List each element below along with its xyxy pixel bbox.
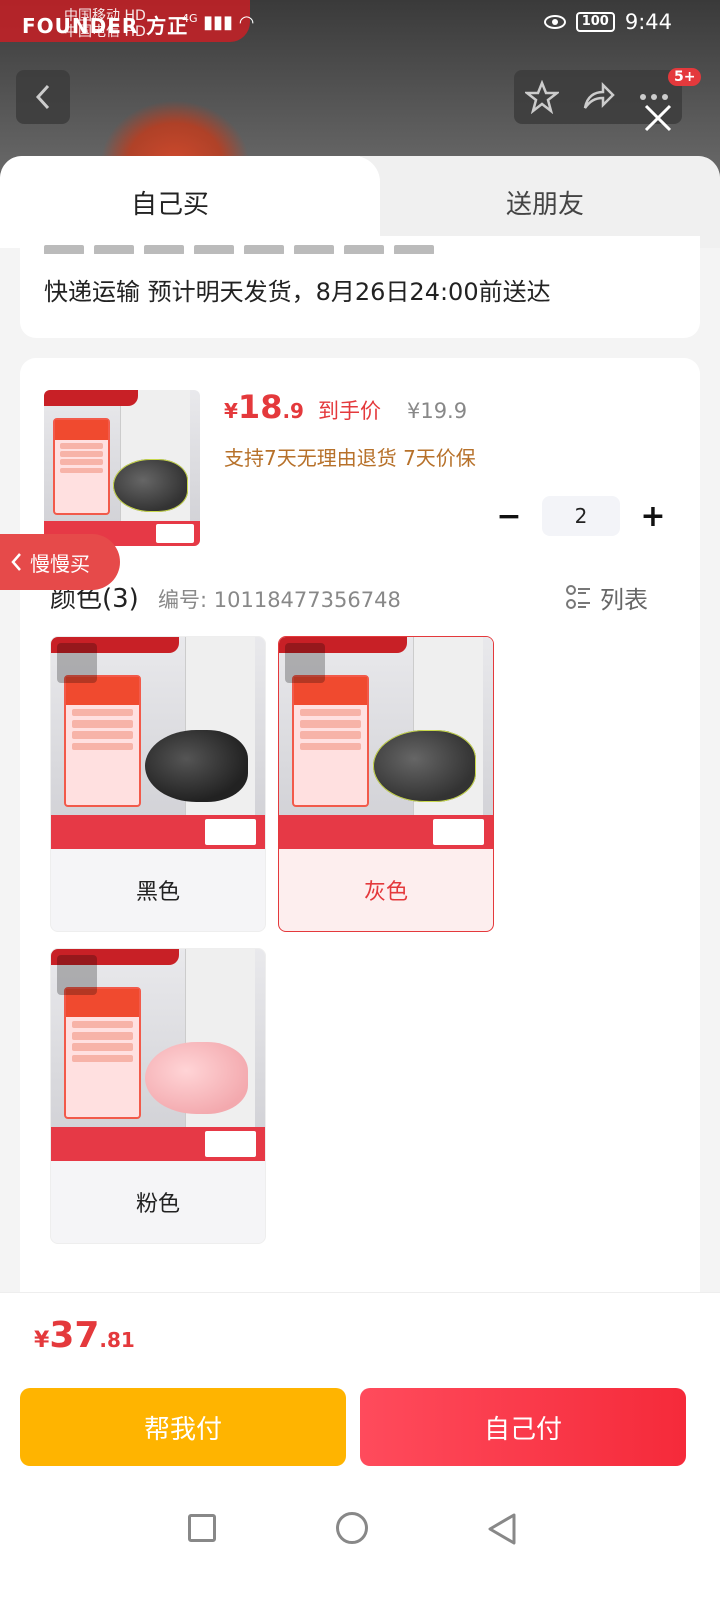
sku-number: 编号: 10118477356748 [158, 588, 401, 612]
network-type: 4G [182, 12, 198, 25]
purchase-tabs: 送朋友 自己买 [0, 156, 720, 248]
tab-self-buy-label: 自己买 [130, 189, 209, 220]
slow-buy-label: 慢慢买 [30, 551, 90, 576]
signal-icon: 4G ▮▮▮ ◠ [182, 12, 255, 33]
home-button[interactable] [336, 1512, 368, 1544]
color-option-gray[interactable]: 灰色 [278, 636, 494, 932]
list-view-toggle[interactable]: 列表 [566, 580, 648, 615]
eye-comfort-icon [543, 15, 566, 29]
quantity-stepper: − 2 + [490, 496, 672, 536]
tab-self-buy[interactable]: 自己买 [0, 156, 360, 248]
star-icon[interactable] [525, 80, 559, 114]
quantity-value[interactable]: 2 [542, 496, 620, 536]
price-row: ¥18.9 到手价 ¥19.9 [224, 388, 467, 426]
service-info: 支持7天无理由退货 7天价保 [224, 446, 476, 470]
product-thumbnail[interactable] [44, 390, 200, 546]
decrease-button[interactable]: − [490, 497, 528, 535]
system-nav-bar [0, 1480, 720, 1600]
price-label: 到手价 [317, 399, 381, 423]
carrier-1: 中国移动 HD [64, 8, 146, 24]
total-decimal: .81 [99, 1328, 135, 1352]
carrier-info: 中国移动 HD 中国电信 HD [64, 8, 146, 40]
status-right: 100 9:44 [543, 10, 672, 34]
slow-buy-tab[interactable]: 慢慢买 [0, 534, 120, 590]
battery-icon: 100 [575, 12, 615, 32]
total-currency: ¥ [34, 1328, 50, 1353]
product-image [44, 390, 200, 546]
list-view-label: 列表 [600, 586, 648, 614]
expand-icon[interactable] [285, 643, 325, 683]
chevron-left-icon [11, 553, 21, 571]
close-icon[interactable] [640, 100, 676, 136]
option-label: 黑色 [135, 880, 180, 905]
total-price: ¥37.81 [34, 1315, 135, 1356]
color-option-pink[interactable]: 粉色 [50, 948, 266, 1244]
help-me-pay-button[interactable]: 帮我付 [20, 1388, 346, 1466]
option-image [51, 637, 265, 849]
tab-gift-friend-label: 送朋友 [505, 189, 584, 220]
back-button[interactable] [16, 70, 70, 124]
delivery-info: 快递运输 预计明天发货，8月26日24:00前送达 [44, 278, 551, 306]
option-image [51, 949, 265, 1161]
recents-button[interactable] [188, 1514, 216, 1542]
product-card: ¥18.9 到手价 ¥19.9 支持7天无理由退货 7天价保 − 2 + 颜色(… [20, 358, 700, 1318]
original-price: ¥19.9 [406, 399, 468, 423]
carrier-2: 中国电信 HD [64, 24, 146, 40]
expand-icon[interactable] [57, 643, 97, 683]
expand-icon[interactable] [57, 955, 97, 995]
price-currency: ¥ [224, 399, 238, 423]
cut-off-text [44, 240, 584, 254]
list-icon [566, 584, 590, 609]
price-integer: 18 [237, 388, 283, 426]
option-image [279, 637, 493, 849]
tab-gift-friend[interactable]: 送朋友 [350, 156, 720, 248]
total-integer: 37 [49, 1315, 100, 1356]
option-label: 粉色 [135, 1192, 180, 1217]
back-triangle-icon[interactable] [486, 1512, 518, 1546]
price-value: ¥18.9 [224, 388, 312, 426]
price-decimal: .9 [282, 399, 304, 423]
message-badge: 5+ [668, 68, 702, 86]
color-option-black[interactable]: 黑色 [50, 636, 266, 932]
increase-button[interactable]: + [634, 497, 672, 535]
chevron-left-icon [35, 84, 50, 110]
delivery-card: 快递运输 预计明天发货，8月26日24:00前送达 [20, 236, 700, 338]
clock: 9:44 [624, 10, 672, 34]
status-bar: 中国移动 HD 中国电信 HD 4G ▮▮▮ ◠ 100 9:44 [0, 0, 720, 48]
total-bar: ¥37.81 [0, 1292, 720, 1382]
share-icon[interactable] [581, 80, 615, 114]
pay-buttons: 帮我付 自己付 [0, 1380, 720, 1480]
option-label: 灰色 [363, 880, 408, 905]
pay-myself-button[interactable]: 自己付 [360, 1388, 686, 1466]
